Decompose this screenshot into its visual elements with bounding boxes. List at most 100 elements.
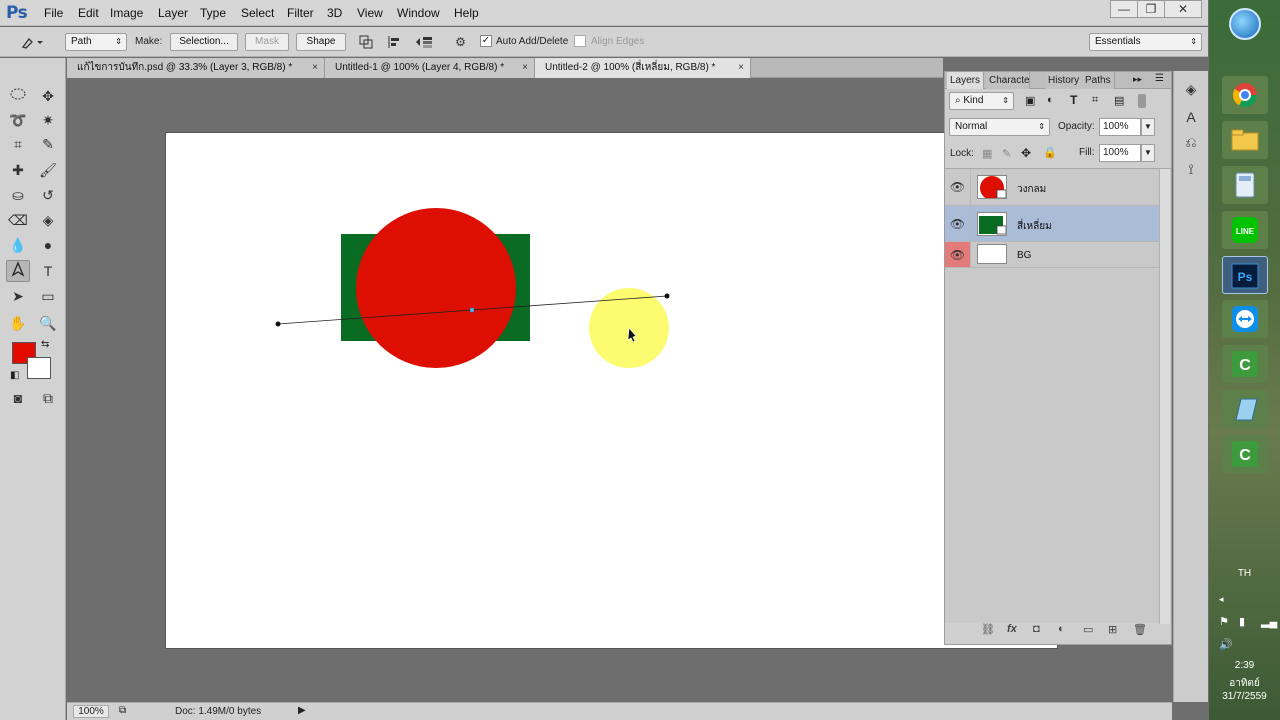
tab-paths[interactable]: Paths xyxy=(1082,72,1115,89)
link-layers-icon[interactable]: ⛓ xyxy=(981,623,995,636)
tab-layers[interactable]: Layers xyxy=(947,72,985,89)
calculator-icon[interactable] xyxy=(1222,166,1268,204)
menu-view[interactable]: View xyxy=(357,6,383,20)
close-icon[interactable]: × xyxy=(738,58,744,78)
flag-icon[interactable]: ⚑ xyxy=(1219,615,1229,628)
visibility-eye-icon[interactable]: 👁 xyxy=(945,242,971,267)
make-mask-button[interactable]: Mask xyxy=(245,33,289,51)
menu-select[interactable]: Select xyxy=(241,6,274,20)
close-icon[interactable]: × xyxy=(522,58,528,78)
history-icon[interactable]: ⎌ xyxy=(1180,134,1202,154)
new-layer-icon[interactable]: ⊞ xyxy=(1108,623,1117,636)
close-icon[interactable]: × xyxy=(312,58,318,78)
filter-adjustment-icon[interactable]: ◐ xyxy=(1047,94,1054,106)
tab-character[interactable]: Characte xyxy=(986,72,1030,89)
make-selection-button[interactable]: Selection... xyxy=(170,33,238,51)
menu-file[interactable]: File xyxy=(44,6,63,20)
lock-all-icon[interactable]: 🔒 xyxy=(1043,146,1057,159)
brush-tool-icon[interactable]: 🖌 xyxy=(36,159,60,181)
fill-input[interactable]: 100% xyxy=(1099,144,1141,162)
photoshop-taskbar-icon[interactable]: Ps xyxy=(1222,256,1268,294)
chevron-down-icon[interactable]: ▼ xyxy=(1141,118,1155,136)
swap-colors-icon[interactable]: ⇆ xyxy=(41,339,49,350)
dodge-tool-icon[interactable]: ● xyxy=(36,234,60,256)
character-icon[interactable]: A xyxy=(1180,109,1202,129)
marquee-tool-icon[interactable] xyxy=(6,85,30,107)
rectangle-tool-icon[interactable]: ▭ xyxy=(36,285,60,307)
line-app-icon[interactable]: LINE xyxy=(1222,211,1268,249)
pen-tool-preset-icon[interactable] xyxy=(20,35,44,49)
camtasia-recorder-icon[interactable]: C xyxy=(1222,435,1268,473)
menu-window[interactable]: Window xyxy=(397,6,440,20)
lasso-tool-icon[interactable]: ➰ xyxy=(6,109,30,131)
eyedropper-tool-icon[interactable]: ✎ xyxy=(36,133,60,155)
windows-start-icon[interactable] xyxy=(1229,8,1261,40)
visibility-eye-icon[interactable]: 👁 xyxy=(945,169,971,205)
status-export-icon[interactable]: ⧉ xyxy=(119,705,126,716)
magic-wand-tool-icon[interactable]: ✷ xyxy=(36,109,60,131)
screen-mode-icon[interactable]: ⧉ xyxy=(36,387,60,409)
menu-help[interactable]: Help xyxy=(454,6,479,20)
lock-transparent-icon[interactable]: ▦ xyxy=(982,147,992,160)
menu-filter[interactable]: Filter xyxy=(287,6,314,20)
menu-image[interactable]: Image xyxy=(110,6,143,20)
menu-3d[interactable]: 3D xyxy=(327,6,342,20)
path-selection-tool-icon[interactable]: ➤ xyxy=(6,285,30,307)
align-edges-checkbox[interactable] xyxy=(574,35,586,47)
paint-bucket-tool-icon[interactable]: ◈ xyxy=(36,209,60,231)
make-shape-button[interactable]: Shape xyxy=(296,33,346,51)
healing-brush-tool-icon[interactable]: ✚ xyxy=(6,159,30,181)
background-color-swatch[interactable] xyxy=(27,357,51,379)
crop-tool-icon[interactable]: ⌗ xyxy=(6,133,30,155)
menu-type[interactable]: Type xyxy=(200,6,226,20)
close-window-button[interactable]: ✕ xyxy=(1164,0,1202,18)
layer-row-bg[interactable]: 👁 BG xyxy=(945,242,1159,268)
pen-tool-icon[interactable] xyxy=(6,260,30,282)
tool-mode-select[interactable]: Path ⇕ xyxy=(65,33,127,51)
fx-icon[interactable]: fx xyxy=(1007,623,1017,635)
adjustment-layer-icon[interactable]: ◐ xyxy=(1058,623,1065,635)
zoom-level-input[interactable]: 100% xyxy=(73,705,109,718)
doc-tab-edit-record[interactable]: แก้ไขการบันทึก.psd @ 33.3% (Layer 3, RGB… xyxy=(67,58,325,78)
layers-stack-icon[interactable]: ◈ xyxy=(1180,81,1202,101)
layers-scrollbar[interactable] xyxy=(1159,169,1170,624)
add-mask-icon[interactable]: ◘ xyxy=(1033,623,1040,635)
menu-layer[interactable]: Layer xyxy=(158,6,188,20)
type-tool-icon[interactable]: T xyxy=(36,260,60,282)
minimize-button[interactable]: — xyxy=(1110,0,1138,18)
path-anchor-point-selected[interactable] xyxy=(469,307,475,313)
clock-time[interactable]: 2:39 xyxy=(1209,660,1280,671)
menu-edit[interactable]: Edit xyxy=(78,6,99,20)
collapse-panel-icon[interactable]: ▸▸ xyxy=(1133,74,1142,85)
history-brush-tool-icon[interactable]: ↺ xyxy=(36,184,60,206)
workspace-select[interactable]: Essentials ⇕ xyxy=(1089,33,1202,51)
tab-history[interactable]: History xyxy=(1045,72,1084,89)
chrome-icon[interactable] xyxy=(1222,76,1268,114)
move-tool-icon[interactable]: ✥ xyxy=(36,85,60,107)
path-arrangement-icon[interactable] xyxy=(414,35,434,49)
auto-add-delete-checkbox[interactable]: ✓ xyxy=(480,35,492,47)
new-group-icon[interactable]: ▭ xyxy=(1083,623,1093,636)
lock-pixels-icon[interactable]: ✎ xyxy=(1002,147,1011,160)
visibility-eye-icon[interactable]: 👁 xyxy=(945,206,971,241)
status-menu-arrow-icon[interactable]: ▶ xyxy=(298,705,306,716)
layer-filter-kind-select[interactable]: ⌕ Kind ⇕ xyxy=(949,92,1014,110)
file-explorer-icon[interactable] xyxy=(1222,121,1268,159)
layer-row-rectangle[interactable]: 👁 สี่เหลี่ยม xyxy=(945,206,1159,242)
path-alignment-icon[interactable] xyxy=(386,35,401,49)
filter-smart-object-icon[interactable]: ▤ xyxy=(1114,94,1124,107)
default-colors-icon[interactable]: ◧ xyxy=(10,370,19,381)
tray-expand-icon[interactable]: ◂ xyxy=(1219,594,1224,605)
doc-tab-untitled-1[interactable]: Untitled-1 @ 100% (Layer 4, RGB/8) * × xyxy=(325,58,535,78)
blur-tool-icon[interactable]: 💧 xyxy=(6,234,30,256)
filter-type-icon[interactable]: T xyxy=(1070,93,1077,107)
path-operations-icon[interactable] xyxy=(358,35,373,49)
layer-row-circle[interactable]: 👁 วงกลม xyxy=(945,169,1159,206)
battery-icon[interactable]: ▮ xyxy=(1239,615,1245,628)
filter-toggle-switch[interactable] xyxy=(1138,94,1146,108)
zoom-tool-icon[interactable]: 🔍 xyxy=(36,312,60,334)
lock-position-icon[interactable]: ✥ xyxy=(1021,146,1031,160)
doc-tab-untitled-2[interactable]: Untitled-2 @ 100% (สี่เหลี่ยม, RGB/8) * … xyxy=(535,58,751,78)
clone-stamp-tool-icon[interactable]: ⛀ xyxy=(6,184,30,206)
notepad-icon[interactable] xyxy=(1222,390,1268,428)
